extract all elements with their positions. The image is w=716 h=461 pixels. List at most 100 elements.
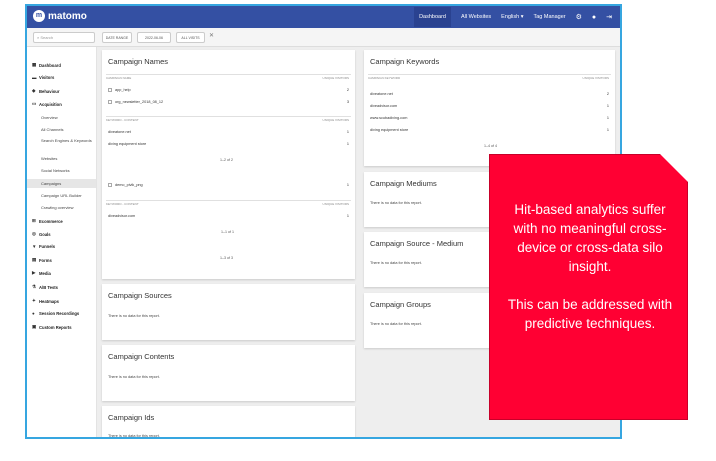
sidebar-subitem-campaign-url-builder[interactable]: Campaign URL Builder bbox=[41, 193, 93, 198]
sidebar-subitem-all-channels[interactable]: All Channels bbox=[41, 127, 93, 132]
row-value: 1 bbox=[346, 183, 349, 187]
row-label: diving equipment store bbox=[108, 142, 147, 146]
column-header-label: CAMPAIGN NAME bbox=[106, 76, 132, 80]
sidebar-item-label: Funnels bbox=[39, 244, 56, 249]
sidebar-item-dashboard[interactable]: ▦ Dashboard bbox=[32, 62, 61, 68]
forms-icon: ▤ bbox=[32, 257, 37, 262]
gear-icon[interactable]: ⚙ bbox=[576, 13, 582, 21]
column-header-label: KEYWORD - CONTENT bbox=[106, 118, 139, 122]
column-header-value[interactable]: UNIQUE VISITORS bbox=[323, 117, 349, 124]
no-data-message: There is no data for this report. bbox=[108, 434, 160, 438]
callout-text: Hit-based analytics suffer with no meani… bbox=[502, 200, 678, 352]
column-header-label: KEYWORD - CONTENT bbox=[106, 202, 139, 206]
table-row[interactable]: diveadvisor.com 1 bbox=[108, 212, 349, 221]
acquisition-icon: ▭ bbox=[32, 101, 37, 106]
behaviour-icon: ◆ bbox=[32, 88, 36, 93]
table-row[interactable]: org_newsletter_2018_08_12 3 bbox=[108, 98, 349, 107]
row-label: diveadvisor.com bbox=[108, 214, 136, 218]
goals-icon: ◎ bbox=[32, 231, 36, 236]
table-header: CAMPAIGN KEYWORD UNIQUE VISITORS bbox=[368, 74, 611, 82]
column-header-value[interactable]: UNIQUE VISITORS bbox=[323, 75, 349, 82]
session-recordings-icon: ● bbox=[32, 311, 35, 316]
expand-row-icon[interactable] bbox=[108, 100, 112, 104]
widget-title: Campaign Keywords bbox=[370, 57, 440, 66]
table-row[interactable]: diving equipment store 1 bbox=[370, 126, 609, 135]
sidebar-item-label: Ecommerce bbox=[39, 218, 63, 224]
date-selector-button[interactable]: 2022-06-06 bbox=[137, 32, 171, 43]
sidebar-item-acquisition[interactable]: ▭ Acquisition bbox=[32, 101, 62, 107]
ab-tests-icon: ⚗ bbox=[32, 284, 37, 289]
media-icon: ▶ bbox=[32, 270, 36, 275]
nav-tag-manager[interactable]: Tag Manager bbox=[534, 14, 566, 20]
reporting-toolbar: ⌕ Search DATE RANGE 2022-06-06 ALL VISIT… bbox=[27, 28, 620, 47]
campaign-names-widget: Campaign Names CAMPAIGN NAME UNIQUE VISI… bbox=[102, 50, 355, 279]
sidebar-item-behaviour[interactable]: ◆ Behaviour bbox=[32, 88, 59, 94]
sidebar-subitem-social-networks[interactable]: Social Networks bbox=[41, 168, 93, 173]
column-header-value[interactable]: UNIQUE VISITORS bbox=[323, 201, 349, 208]
sidebar-subitem-campaigns[interactable]: Campaigns bbox=[41, 181, 93, 186]
expand-row-icon[interactable] bbox=[108, 183, 112, 187]
sidebar-item-label: Dashboard bbox=[39, 62, 61, 68]
nav-language[interactable]: English ▾ bbox=[501, 14, 523, 20]
period-selector-button[interactable]: DATE RANGE bbox=[102, 32, 132, 43]
heatmaps-icon: ✦ bbox=[32, 298, 36, 303]
table-row[interactable]: diveadvisor.com 1 bbox=[370, 102, 609, 111]
table-row[interactable]: demo_pivik_png 1 bbox=[108, 181, 349, 190]
sidebar-item-ab-tests[interactable]: ⚗ A/B Tests bbox=[32, 284, 58, 290]
table-row[interactable]: app_help 2 bbox=[108, 86, 349, 95]
pagination-label: 1–4 of 4 bbox=[484, 144, 497, 148]
expand-row-icon[interactable] bbox=[108, 88, 112, 92]
sidebar-subitem-crawling-overview[interactable]: Crawling overview bbox=[41, 205, 93, 210]
widget-title: Campaign Ids bbox=[108, 413, 155, 422]
row-value: 2 bbox=[606, 92, 609, 96]
sidebar-subitem-search-engines[interactable]: Search Engines & Keywords bbox=[41, 138, 93, 143]
search-input[interactable]: ⌕ Search bbox=[33, 32, 95, 43]
sidebar-item-goals[interactable]: ◎ Goals bbox=[32, 231, 51, 237]
row-label: app_help bbox=[115, 88, 131, 92]
sidebar-item-session-recordings[interactable]: ● Session Recordings bbox=[32, 311, 79, 316]
callout-folded-corner bbox=[660, 154, 688, 182]
notifications-icon[interactable]: ● bbox=[592, 14, 596, 21]
sidebar-item-label: Visitors bbox=[39, 75, 55, 80]
sidebar-item-funnels[interactable]: ▼ Funnels bbox=[32, 244, 55, 249]
sidebar-item-label: Forms bbox=[39, 257, 52, 263]
table-row[interactable]: diving equipment store 1 bbox=[108, 140, 349, 149]
row-value: 1 bbox=[346, 142, 349, 146]
sidebar-subitem-overview[interactable]: Overview bbox=[41, 115, 93, 120]
campaign-keywords-widget: Campaign Keywords CAMPAIGN KEYWORD UNIQU… bbox=[364, 50, 615, 166]
top-navigation-bar: m matomo Dashboard All Websites English … bbox=[27, 6, 620, 28]
nav-dashboard[interactable]: Dashboard bbox=[414, 7, 451, 27]
sidebar-item-media[interactable]: ▶ Media bbox=[32, 270, 51, 276]
ecommerce-icon: ⊞ bbox=[32, 218, 36, 223]
sidebar-item-heatmaps[interactable]: ✦ Heatmaps bbox=[32, 298, 59, 304]
row-label: diving equipment store bbox=[370, 128, 409, 132]
table-row[interactable]: diveatone.net 1 bbox=[108, 128, 349, 137]
table-header: CAMPAIGN NAME UNIQUE VISITORS bbox=[106, 74, 351, 82]
sidebar-item-ecommerce[interactable]: ⊞ Ecommerce bbox=[32, 218, 63, 224]
sidebar-item-visitors[interactable]: ▬ Visitors bbox=[32, 75, 54, 80]
sidebar: ▦ Dashboard ▬ Visitors ◆ Behaviour ▭ Acquisi… bbox=[27, 47, 97, 437]
row-value: 1 bbox=[606, 104, 609, 108]
no-data-message: There is no data for this report. bbox=[370, 201, 422, 205]
nav-all-websites[interactable]: All Websites bbox=[461, 14, 491, 20]
campaign-sources-widget: Campaign Sources There is no data for th… bbox=[102, 284, 355, 340]
row-value: 2 bbox=[346, 88, 349, 92]
row-label: diveatone.net bbox=[370, 92, 393, 96]
row-label: diveatone.net bbox=[108, 130, 131, 134]
subtable-header: KEYWORD - CONTENT UNIQUE VISITORS bbox=[106, 200, 351, 208]
matomo-logo[interactable]: m matomo bbox=[33, 10, 87, 22]
sidebar-item-forms[interactable]: ▤ Forms bbox=[32, 257, 52, 263]
close-icon[interactable]: ✕ bbox=[209, 32, 214, 39]
sidebar-item-label: Goals bbox=[39, 231, 51, 237]
dashboard-icon: ▦ bbox=[32, 62, 37, 67]
widget-title: Campaign Contents bbox=[108, 352, 175, 361]
no-data-message: There is no data for this report. bbox=[370, 261, 422, 265]
widget-title: Campaign Groups bbox=[370, 300, 431, 309]
table-row[interactable]: diveatone.net 2 bbox=[370, 90, 609, 99]
segment-selector-button[interactable]: ALL VISITS bbox=[176, 32, 205, 43]
table-row[interactable]: www.scubadiving.com 1 bbox=[370, 114, 609, 123]
sidebar-subitem-websites[interactable]: Websites bbox=[41, 156, 93, 161]
column-header-value[interactable]: UNIQUE VISITORS bbox=[583, 75, 609, 82]
sidebar-item-custom-reports[interactable]: ▣ Custom Reports bbox=[32, 324, 72, 330]
sign-out-icon[interactable]: ⇥ bbox=[606, 13, 612, 21]
